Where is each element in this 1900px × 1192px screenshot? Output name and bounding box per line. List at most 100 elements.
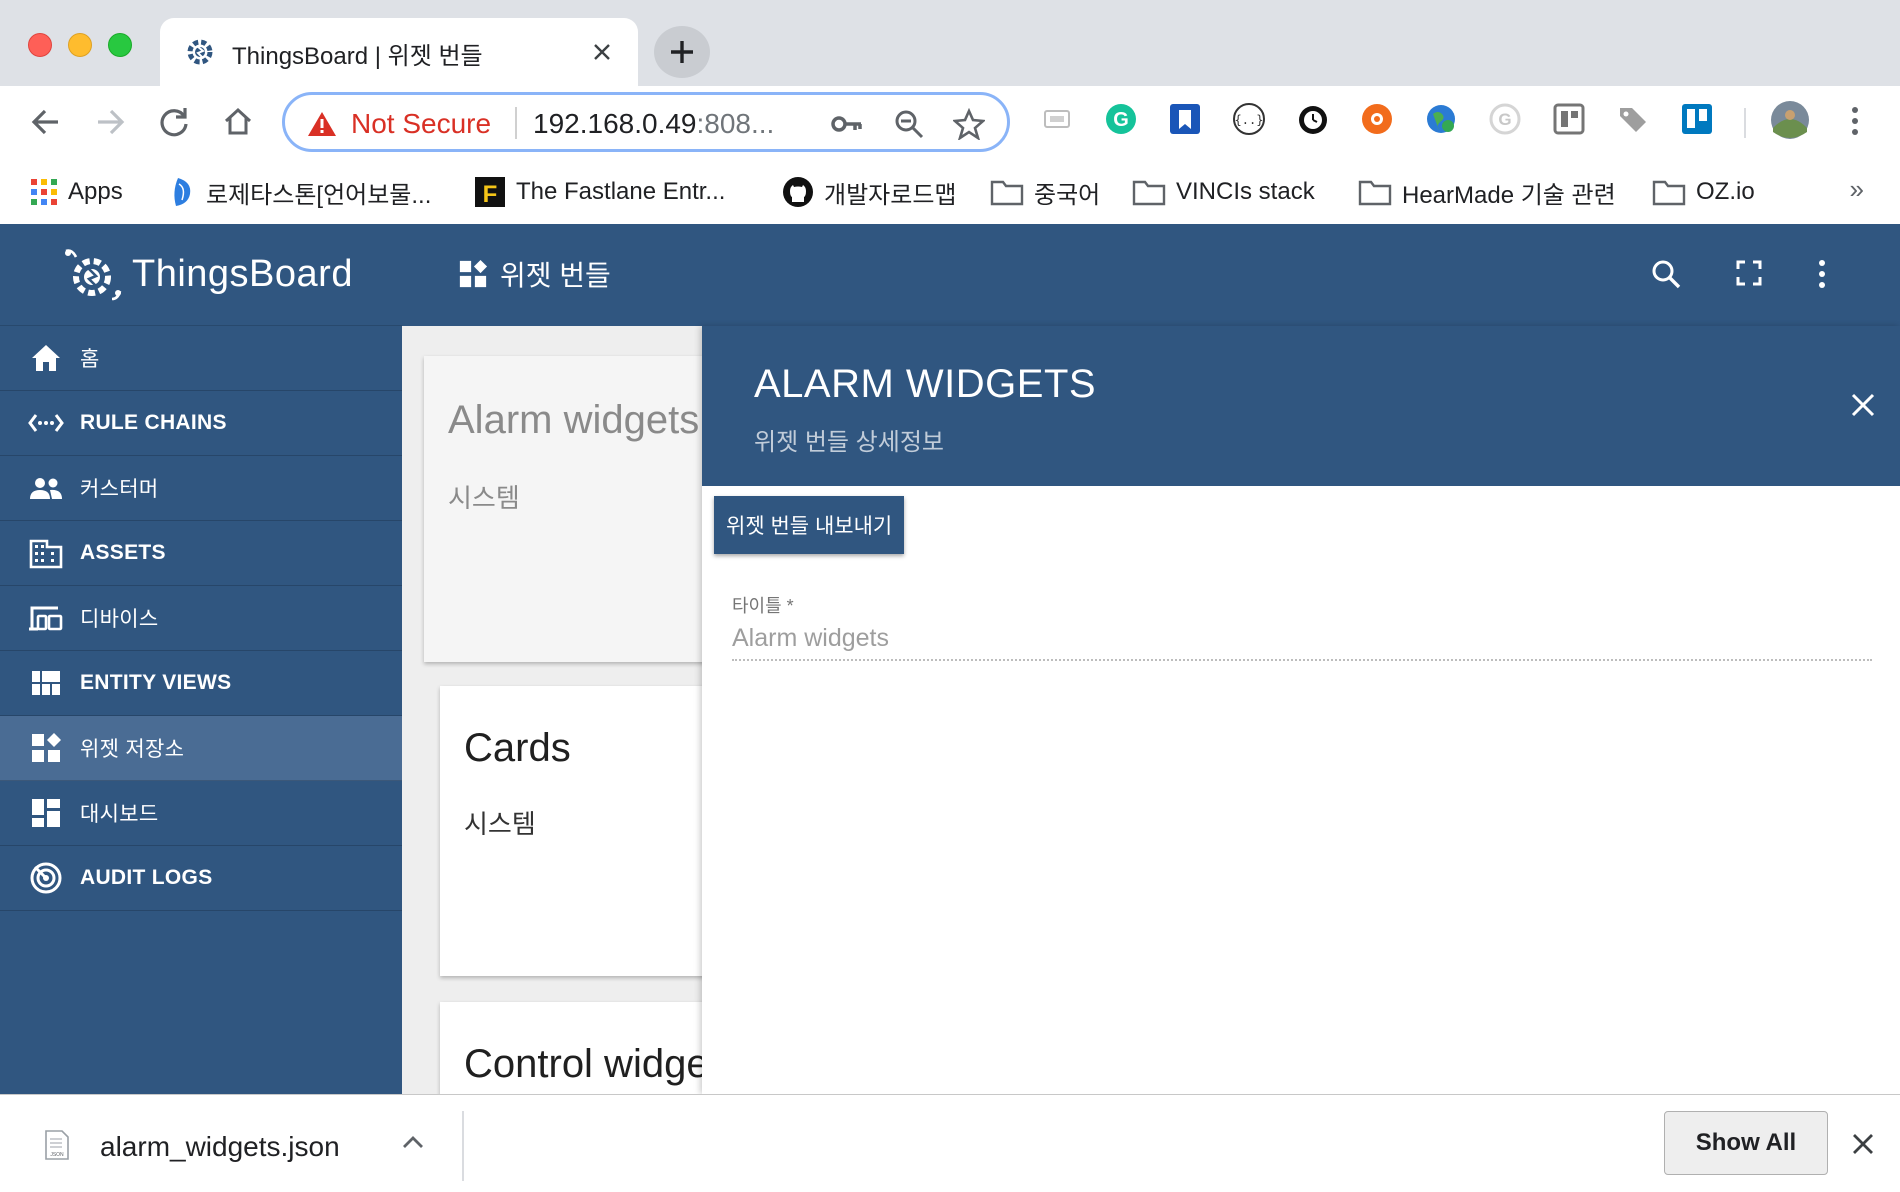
close-icon[interactable] bbox=[1852, 1133, 1874, 1155]
download-shelf: JSON alarm_widgets.json Show All bbox=[0, 1094, 1900, 1192]
search-icon[interactable] bbox=[1650, 258, 1682, 290]
card-title: Cards bbox=[464, 726, 571, 770]
window-close-button[interactable] bbox=[28, 33, 52, 57]
shelf-separator bbox=[462, 1111, 464, 1181]
back-arrow-icon[interactable] bbox=[26, 102, 66, 142]
trello-icon[interactable] bbox=[1680, 102, 1714, 136]
bookmarks-bar: Apps 로제타스톤[언어보물... F The Fastlane Entr..… bbox=[0, 160, 1900, 224]
window-minimize-button[interactable] bbox=[68, 33, 92, 57]
more-vert-icon[interactable] bbox=[1816, 258, 1828, 290]
folder-icon bbox=[1132, 180, 1166, 206]
zoom-out-icon[interactable] bbox=[893, 108, 925, 140]
rule-chains-icon bbox=[28, 405, 64, 441]
sidebar-item-home[interactable]: 홈 bbox=[0, 326, 402, 391]
sidebar-item-entity-views[interactable]: ENTITY VIEWS bbox=[0, 651, 402, 716]
sidebar-item-dashboards[interactable]: 대시보드 bbox=[0, 781, 402, 846]
browser-menu-icon[interactable] bbox=[1840, 104, 1870, 138]
browser-tab[interactable]: ThingsBoard | 위젯 번들 bbox=[160, 18, 638, 86]
window-zoom-button[interactable] bbox=[108, 33, 132, 57]
bookmarks-overflow-button[interactable]: » bbox=[1850, 174, 1864, 205]
sidebar-item-widgets-library[interactable]: 위젯 저장소 bbox=[0, 716, 402, 781]
tab-close-icon[interactable] bbox=[590, 40, 614, 64]
extension-mask-icon[interactable] bbox=[1040, 102, 1074, 136]
json-viewer-icon[interactable]: {..} bbox=[1232, 102, 1266, 136]
reload-icon[interactable] bbox=[154, 102, 194, 142]
devices-icon bbox=[28, 600, 64, 636]
new-tab-button[interactable] bbox=[654, 26, 710, 78]
sidebar-item-customers[interactable]: 커스터머 bbox=[0, 456, 402, 521]
card-subtitle: 시스템 bbox=[464, 809, 536, 839]
top-bar: 위젯 번들 bbox=[402, 224, 1900, 326]
tab-title: ThingsBoard | 위젯 번들 bbox=[232, 43, 483, 70]
bookmark-github[interactable]: 개발자로드맵 bbox=[782, 174, 956, 210]
title-field[interactable] bbox=[732, 624, 1872, 661]
bookmark-star-icon[interactable] bbox=[953, 108, 985, 140]
bundle-card-cards[interactable]: Cards 시스템 bbox=[440, 686, 740, 976]
sidebar-item-label: 홈 bbox=[80, 348, 100, 371]
assets-icon bbox=[28, 535, 64, 571]
layout-extension-icon[interactable] bbox=[1552, 102, 1586, 136]
page-title: 위젯 번들 bbox=[458, 254, 611, 294]
profile-avatar[interactable] bbox=[1770, 100, 1810, 140]
sidebar: ThingsBoard 홈 RULE CHAINS 커스터머 ASSETS 디바… bbox=[0, 224, 402, 1094]
entity-views-icon bbox=[28, 665, 64, 701]
sidebar-item-assets[interactable]: ASSETS bbox=[0, 521, 402, 586]
bookmark-apps[interactable]: Apps bbox=[30, 174, 123, 210]
bookmark-extension-icon[interactable] bbox=[1168, 102, 1202, 136]
export-bundle-button[interactable]: 위젯 번들 내보내기 bbox=[714, 496, 905, 554]
svg-text:JSON: JSON bbox=[50, 1152, 64, 1158]
bookmark-folder-chinese[interactable]: 중국어 bbox=[990, 174, 1100, 210]
svg-text:F: F bbox=[483, 181, 498, 208]
key-icon[interactable] bbox=[830, 108, 864, 140]
close-icon[interactable] bbox=[1850, 392, 1876, 418]
details-title: ALARM WIDGETS bbox=[754, 362, 1097, 406]
warning-icon[interactable] bbox=[307, 110, 337, 138]
timer-extension-icon[interactable] bbox=[1296, 102, 1330, 136]
bookmark-rosetta[interactable]: 로제타스톤[언어보물... bbox=[170, 174, 431, 210]
bundle-card-control-widgets[interactable]: Control widge bbox=[440, 1002, 740, 1094]
download-file-name[interactable]: alarm_widgets.json bbox=[100, 1131, 340, 1163]
tag-extension-icon[interactable] bbox=[1616, 102, 1650, 136]
not-secure-label[interactable]: Not Secure bbox=[351, 108, 491, 140]
grammarly-icon[interactable]: G bbox=[1104, 102, 1138, 136]
chevron-up-icon[interactable] bbox=[402, 1135, 424, 1149]
sidebar-item-rule-chains[interactable]: RULE CHAINS bbox=[0, 391, 402, 456]
g-extension-icon[interactable]: G bbox=[1488, 102, 1522, 136]
bookmark-folder-vincis[interactable]: VINCIs stack bbox=[1132, 174, 1315, 210]
fullscreen-icon[interactable] bbox=[1734, 258, 1764, 288]
details-subtitle: 위젯 번들 상세정보 bbox=[754, 429, 944, 456]
bookmark-folder-hearmade[interactable]: HearMade 기술 관련 bbox=[1358, 174, 1616, 210]
sidebar-item-audit-logs[interactable]: AUDIT LOGS bbox=[0, 846, 402, 911]
sidebar-item-label: 대시보드 bbox=[80, 803, 159, 826]
folder-icon bbox=[1652, 180, 1686, 206]
url-text[interactable]: 192.168.0.49:808... bbox=[533, 108, 774, 140]
bundle-card-alarm-widgets[interactable]: Alarm widgets 시스템 bbox=[424, 356, 744, 662]
thingsboard-favicon-icon bbox=[182, 34, 218, 70]
card-subtitle: 시스템 bbox=[448, 483, 520, 513]
folder-icon bbox=[1358, 180, 1392, 206]
logo[interactable]: ThingsBoard bbox=[0, 224, 402, 326]
bookmark-label: Apps bbox=[68, 178, 123, 205]
svg-text:G: G bbox=[1113, 109, 1129, 131]
sidebar-item-label: 디바이스 bbox=[80, 608, 159, 631]
forward-arrow-icon[interactable] bbox=[90, 102, 130, 142]
address-bar[interactable]: Not Secure 192.168.0.49:808... bbox=[282, 92, 1010, 152]
sidebar-item-devices[interactable]: 디바이스 bbox=[0, 586, 402, 651]
home-icon[interactable] bbox=[218, 102, 258, 142]
bundle-details-panel: ALARM WIDGETS 위젯 번들 상세정보 위젯 번들 내보내기 타이틀 … bbox=[702, 326, 1900, 1094]
bookmark-fastlane[interactable]: F The Fastlane Entr... bbox=[474, 174, 725, 210]
url-host: 192.168.0.49 bbox=[533, 108, 697, 139]
omnibox-separator bbox=[515, 107, 517, 139]
details-header: ALARM WIDGETS 위젯 번들 상세정보 bbox=[702, 326, 1900, 486]
home-icon bbox=[28, 340, 64, 376]
show-all-button[interactable]: Show All bbox=[1664, 1111, 1828, 1175]
sidebar-item-label: 커스터머 bbox=[80, 478, 159, 501]
browser-chrome: ThingsBoard | 위젯 번들 Not Secure 192.168.0… bbox=[0, 0, 1900, 224]
lifebuoy-extension-icon[interactable] bbox=[1360, 102, 1394, 136]
widgets-icon bbox=[28, 730, 64, 766]
globe-extension-icon[interactable] bbox=[1424, 102, 1458, 136]
logo-text: ThingsBoard bbox=[132, 253, 353, 295]
bookmark-label: 개발자로드맵 bbox=[824, 181, 957, 209]
bookmark-folder-ozio[interactable]: OZ.io bbox=[1652, 174, 1755, 210]
bookmark-label: HearMade 기술 관련 bbox=[1402, 181, 1616, 209]
